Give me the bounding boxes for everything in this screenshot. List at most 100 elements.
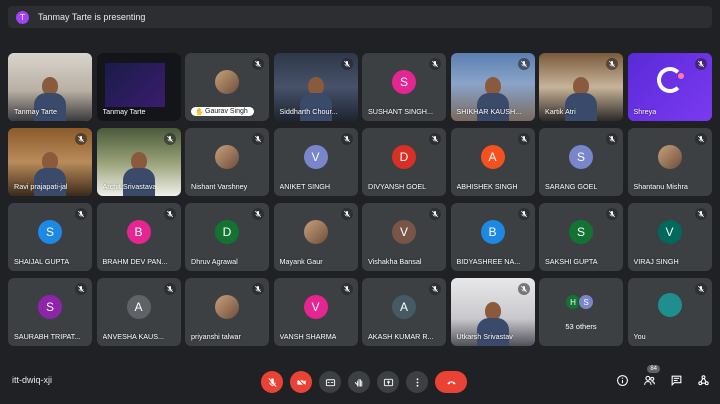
participant-tile[interactable]: Tanmay Tarte [8,53,92,121]
presenting-text: Tanmay Tarte is presenting [38,12,146,22]
camera-off-icon [296,377,306,387]
mic-off-icon [517,58,530,70]
people-button[interactable]: 84 [642,365,660,387]
avatar: A [480,144,505,169]
mic-off-icon [163,133,176,145]
participant-tile[interactable]: ✋ Gaurav Singh [185,53,269,121]
mic-off-icon [252,283,264,295]
participant-name: BRAHM DEV PAN... [102,257,168,266]
chat-icon [671,375,681,386]
participant-name: Siddharth Chour... [279,107,338,116]
participant-tile[interactable]: H S 53 others [539,278,623,346]
participant-tile[interactable]: Archit Srivastava [96,128,181,196]
participant-tile[interactable]: A ABHISHEK SINGH [450,128,535,196]
bottom-bar: itt-dwiq-xji 84 [0,358,720,404]
people-count-badge: 84 [647,365,660,373]
participant-tile[interactable]: B BRAHM DEV PAN... [96,203,181,271]
mic-off-icon [606,58,618,70]
participant-tile[interactable]: S SARANG GOEL [539,128,623,196]
avatar: B [480,219,505,244]
participant-name: Kartik Atri [545,107,576,116]
captions-button[interactable] [319,371,341,393]
participant-tile[interactable]: V VIRAJ SINGH [627,203,712,271]
participant-tile[interactable]: Ravi prajapati-jal [8,128,92,196]
participant-tile[interactable]: D DIVYANSH GOEL [362,128,446,196]
participant-tile[interactable]: You [627,278,712,346]
avatar: A [126,294,151,319]
participant-tile[interactable]: S SHAIJAL GUPTA [8,203,92,271]
presenting-banner: T Tanmay Tarte is presenting [8,6,712,28]
participant-name: SUSHANT SINGH... [368,107,433,116]
avatar-photo [657,144,682,169]
activities-button[interactable] [696,373,710,387]
participant-name-text: Gaurav Singh [205,108,248,115]
avatar: D [215,219,239,244]
present-screen-icon [383,378,393,386]
participant-tile[interactable]: Shreya [627,53,712,121]
participant-tile[interactable]: V VANSH SHARMA [273,278,358,346]
chat-button[interactable] [669,373,683,387]
meeting-details-button[interactable] [615,373,629,387]
mic-off-icon [75,133,87,145]
leave-call-button[interactable] [435,371,467,393]
participant-name: AKASH KUMAR R... [368,332,434,341]
participant-name: Shantanu Mishra [633,182,688,191]
mic-off-icon [694,283,707,295]
mic-off-icon [429,133,441,145]
meeting-code: itt-dwiq-xji [12,375,53,385]
participant-tile[interactable]: S SAURABH TRIPAT... [8,278,92,346]
more-options-button[interactable] [406,371,428,393]
participant-tile[interactable]: B BIDYASHREE NA... [450,203,535,271]
info-icon [616,374,628,386]
participant-name: SHIKHAR KAUSH... [456,107,522,116]
camera-off-button[interactable] [290,371,312,393]
mic-off-icon [517,283,530,295]
self-avatar [657,293,682,318]
participant-tile[interactable]: S SUSHANT SINGH... [362,53,446,121]
mic-off-icon [340,208,353,220]
participant-tile[interactable]: A ANVESHA KAUS... [96,278,181,346]
mic-off-icon [517,208,530,220]
shared-slide [104,63,165,107]
presenter-avatar: T [16,10,29,24]
participant-name: ABHISHEK SINGH [456,182,518,191]
participant-tile[interactable]: Mayank Gaur [273,203,358,271]
mic-off-icon [429,283,441,295]
present-button[interactable] [377,371,399,393]
participant-tile[interactable]: Nishant Varshney [185,128,269,196]
mic-off-icon [252,208,264,220]
participant-name: BIDYASHREE NA... [456,257,521,266]
participant-tile[interactable]: priyanshi talwar [185,278,269,346]
participant-tile[interactable]: SHIKHAR KAUSH... [450,53,535,121]
avatar-photo [215,294,239,319]
hand-icon [354,378,362,387]
raise-hand-button[interactable] [348,371,370,393]
participant-tile[interactable]: Shantanu Mishra [627,128,712,196]
participant-tile[interactable]: A AKASH KUMAR R... [362,278,446,346]
people-icon [643,375,655,385]
participant-name: Mayank Gaur [279,257,323,266]
participant-name: SAKSHI GUPTA [545,257,598,266]
participant-tile[interactable]: V Vishakha Bansal [362,203,446,271]
mic-off-icon [252,133,264,145]
activities-icon [697,374,709,385]
participant-name: Nishant Varshney [191,182,248,191]
side-panel-icons: 84 [615,365,710,387]
mic-off-icon [75,208,87,220]
participant-name: ANIKET SINGH [279,182,331,191]
participant-tile[interactable]: D Dhruv Agrawal [185,203,269,271]
participant-name: SARANG GOEL [545,182,598,191]
participant-tile[interactable]: V ANIKET SINGH [273,128,358,196]
participant-tile[interactable]: Siddharth Chour... [273,53,358,121]
captions-icon [325,378,335,386]
raised-hand-icon: ✋ [195,109,204,116]
mic-off-button[interactable] [261,371,283,393]
others-count-label: 53 others [565,321,597,331]
mic-off-icon [429,208,441,220]
participant-name: SAURABH TRIPAT... [14,332,81,341]
participant-tile[interactable]: Kartik Atri [539,53,623,121]
participant-tile[interactable]: Tanmay Tarte [96,53,181,121]
mic-off-icon [606,133,618,145]
participant-tile[interactable]: S SAKSHI GUPTA [539,203,623,271]
participant-tile[interactable]: Utkarsh Srivastav [450,278,535,346]
